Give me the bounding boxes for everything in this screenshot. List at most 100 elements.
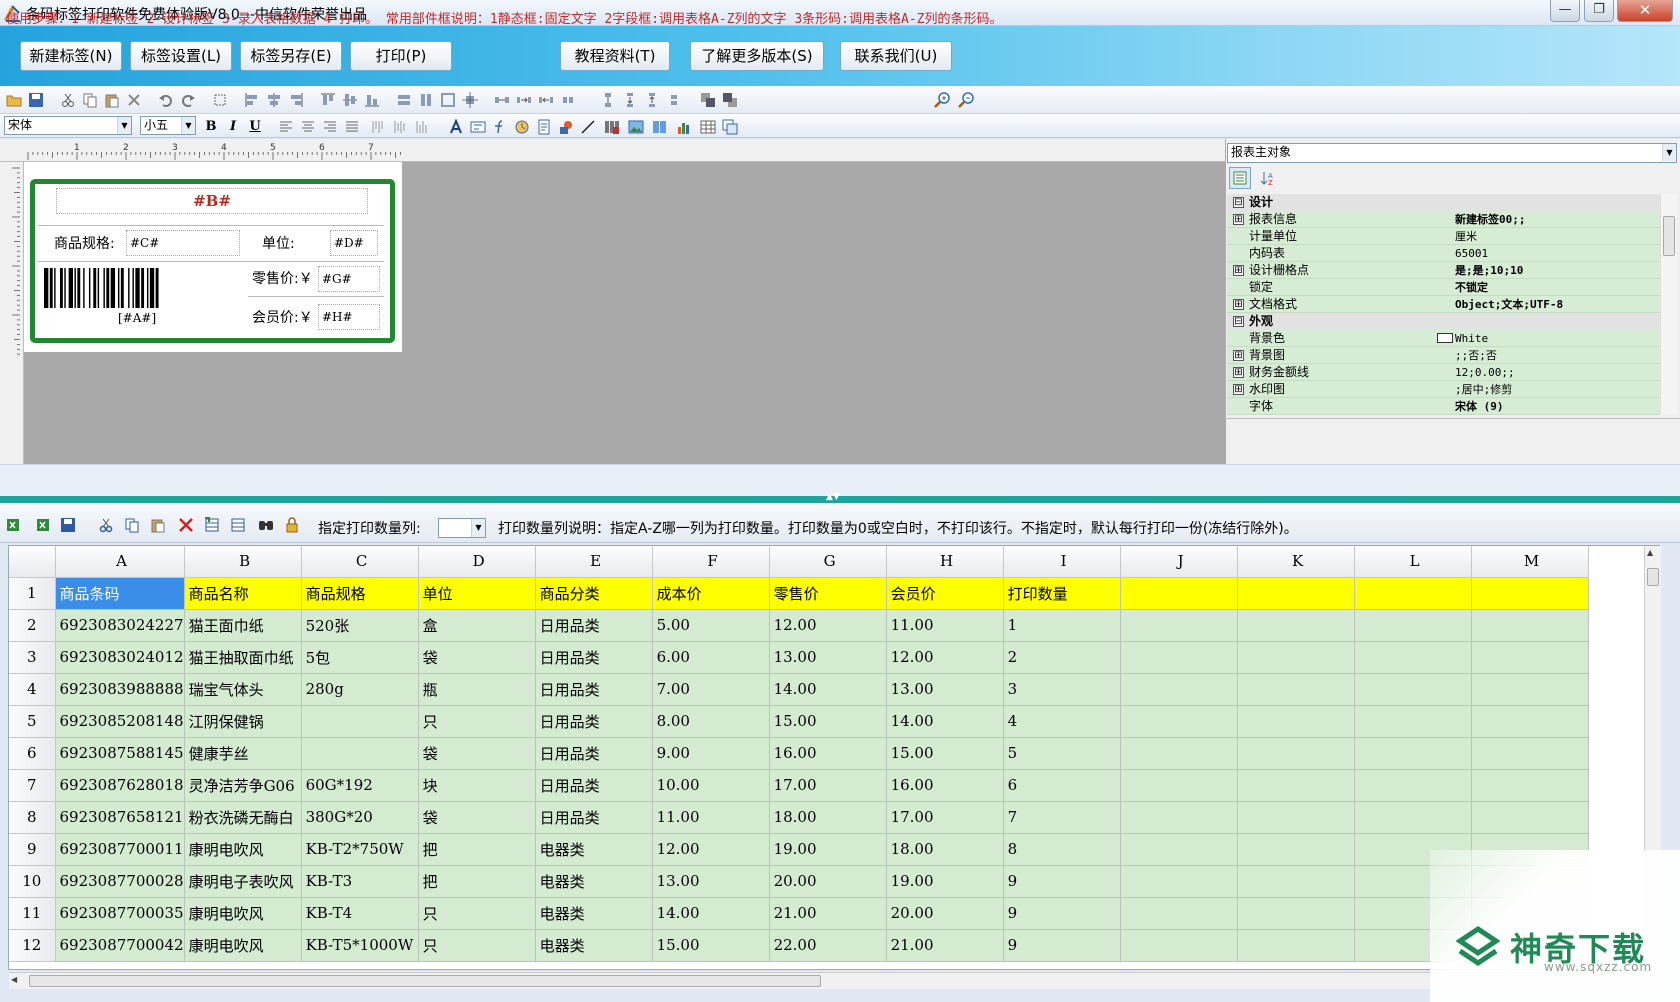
data-cell[interactable] bbox=[1237, 865, 1355, 898]
data-cell[interactable]: 把 bbox=[418, 833, 536, 866]
contact-button[interactable]: 联系我们(U) bbox=[840, 41, 952, 71]
data-cell[interactable] bbox=[1237, 673, 1355, 706]
data-cell[interactable]: 5 bbox=[1003, 737, 1121, 770]
row-number[interactable]: 4 bbox=[9, 673, 56, 706]
data-cell[interactable]: 瑞宝气体头 bbox=[184, 673, 302, 706]
data-cell[interactable]: 6.00 bbox=[652, 641, 770, 674]
table-icon[interactable] bbox=[700, 119, 716, 135]
redo-icon[interactable] bbox=[180, 92, 196, 108]
field-name-cell[interactable]: 商品规格 bbox=[301, 577, 419, 610]
data-cell[interactable]: 康明电吹风 bbox=[184, 833, 302, 866]
property-row[interactable]: ⊞ 水印图 ;居中;修剪 bbox=[1227, 381, 1660, 398]
property-row[interactable]: ⊞ 文档格式 Object;文本;UTF-8 bbox=[1227, 296, 1660, 313]
data-cell[interactable] bbox=[1237, 769, 1355, 802]
data-cell[interactable]: 1 bbox=[1003, 609, 1121, 642]
member-price-field[interactable]: #H# bbox=[318, 304, 380, 330]
data-cell[interactable] bbox=[1471, 673, 1589, 706]
space-vertical-increase-icon[interactable] bbox=[622, 92, 638, 108]
data-cell[interactable]: 6923085208148 bbox=[55, 705, 185, 738]
system-var-icon[interactable] bbox=[514, 119, 530, 135]
property-value[interactable]: White bbox=[1455, 330, 1488, 347]
vertical-top-icon[interactable] bbox=[370, 119, 386, 135]
sheet-horizontal-scrollbar[interactable]: ◀ bbox=[9, 972, 1660, 989]
data-cell[interactable]: 6923087700028 bbox=[55, 865, 185, 898]
data-cell[interactable] bbox=[1237, 929, 1355, 962]
data-cell[interactable]: 电器类 bbox=[535, 929, 653, 962]
property-row[interactable]: 字体 宋体 (9) bbox=[1227, 398, 1660, 415]
data-cell[interactable]: 6923087700011 bbox=[55, 833, 185, 866]
data-cell[interactable]: 13.00 bbox=[886, 673, 1004, 706]
align-bottom-icon[interactable] bbox=[364, 92, 380, 108]
data-cell[interactable]: 8.00 bbox=[652, 705, 770, 738]
data-cell[interactable] bbox=[1120, 801, 1238, 834]
expand-icon[interactable]: ⊞ bbox=[1233, 384, 1244, 395]
tutorial-button[interactable]: 教程资料(T) bbox=[560, 41, 670, 71]
row-number[interactable]: 7 bbox=[9, 769, 56, 802]
data-cell[interactable]: 袋 bbox=[418, 641, 536, 674]
data-cell[interactable]: 11.00 bbox=[886, 609, 1004, 642]
retail-price-field[interactable]: #G# bbox=[318, 266, 380, 292]
data-cell[interactable]: 17.00 bbox=[769, 769, 887, 802]
cut-icon[interactable] bbox=[60, 92, 76, 108]
data-cell[interactable]: 日用品类 bbox=[535, 641, 653, 674]
row-number[interactable]: 10 bbox=[9, 865, 56, 898]
zoom-out-icon[interactable] bbox=[958, 92, 974, 108]
data-cell[interactable]: 6923083024012 bbox=[55, 641, 185, 674]
data-cell[interactable]: 日用品类 bbox=[535, 609, 653, 642]
data-cell[interactable] bbox=[1120, 833, 1238, 866]
collapse-icon[interactable]: ⊟ bbox=[1233, 197, 1244, 208]
data-cell[interactable]: 只 bbox=[418, 897, 536, 930]
data-cell[interactable]: 块 bbox=[418, 769, 536, 802]
space-vertical-remove-icon[interactable] bbox=[666, 92, 682, 108]
row-number[interactable]: 11 bbox=[9, 897, 56, 930]
expand-icon[interactable]: ⊞ bbox=[1233, 265, 1244, 276]
data-cell[interactable]: 17.00 bbox=[886, 801, 1004, 834]
data-cell[interactable] bbox=[1237, 897, 1355, 930]
data-cell[interactable]: 20.00 bbox=[769, 865, 887, 898]
data-cell[interactable]: 6923083988888 bbox=[55, 673, 185, 706]
data-cell[interactable]: 粉衣洗磷无酶白 bbox=[184, 801, 302, 834]
property-value[interactable]: 宋体 (9) bbox=[1455, 398, 1504, 415]
more-versions-button[interactable]: 了解更多版本(S) bbox=[690, 41, 824, 71]
data-cell[interactable]: 16.00 bbox=[769, 737, 887, 770]
vertical-bottom-icon[interactable] bbox=[414, 119, 430, 135]
data-cell[interactable] bbox=[1120, 897, 1238, 930]
copy-icon[interactable] bbox=[82, 92, 98, 108]
field-name-cell[interactable] bbox=[1354, 577, 1472, 610]
data-cell[interactable]: 5包 bbox=[301, 641, 419, 674]
undo-icon[interactable] bbox=[158, 92, 174, 108]
data-cell[interactable]: 江阴保健锅 bbox=[184, 705, 302, 738]
data-cell[interactable]: 只 bbox=[418, 929, 536, 962]
maximize-button[interactable]: ❐ bbox=[1584, 0, 1614, 22]
data-cell[interactable]: 电器类 bbox=[535, 897, 653, 930]
font-family-select[interactable]: 宋体 ▼ bbox=[4, 116, 132, 135]
lock-icon[interactable] bbox=[284, 517, 300, 533]
data-cell[interactable] bbox=[1471, 705, 1589, 738]
delete-rows-icon[interactable] bbox=[178, 517, 194, 533]
zoom-in-icon[interactable] bbox=[934, 92, 950, 108]
print-qty-column-select[interactable]: ▼ bbox=[438, 518, 486, 538]
data-cell[interactable] bbox=[1354, 737, 1472, 770]
data-cell[interactable]: 5.00 bbox=[652, 609, 770, 642]
data-cell[interactable] bbox=[1354, 705, 1472, 738]
property-value[interactable]: 厘米 bbox=[1455, 228, 1477, 245]
align-left-icon[interactable] bbox=[244, 92, 260, 108]
property-grid[interactable]: ⊟ 设计 ⊞ 报表信息 新建标签00;; 计量单位 厘米 内码表 65001 ⊞ 设计栅格点 是;是;… bbox=[1227, 194, 1660, 415]
row-number[interactable]: 1 bbox=[9, 577, 56, 610]
data-cell[interactable]: 3 bbox=[1003, 673, 1121, 706]
data-cell[interactable]: 只 bbox=[418, 705, 536, 738]
italic-button[interactable]: I bbox=[224, 118, 242, 136]
data-cell[interactable]: 14.00 bbox=[769, 673, 887, 706]
expand-icon[interactable]: ⊞ bbox=[1233, 367, 1244, 378]
data-cell[interactable] bbox=[1354, 641, 1472, 674]
data-cell[interactable]: 11.00 bbox=[652, 801, 770, 834]
property-row[interactable]: ⊞ 报表信息 新建标签00;; bbox=[1227, 211, 1660, 228]
data-cell[interactable] bbox=[1237, 801, 1355, 834]
data-cell[interactable] bbox=[1471, 737, 1589, 770]
corner-cell[interactable] bbox=[9, 546, 56, 578]
property-value[interactable]: Object;文本;UTF-8 bbox=[1455, 296, 1563, 313]
barcode-image[interactable] bbox=[44, 268, 240, 312]
static-text-icon[interactable] bbox=[448, 119, 464, 135]
space-vertical-decrease-icon[interactable] bbox=[644, 92, 660, 108]
data-cell[interactable]: 日用品类 bbox=[535, 737, 653, 770]
